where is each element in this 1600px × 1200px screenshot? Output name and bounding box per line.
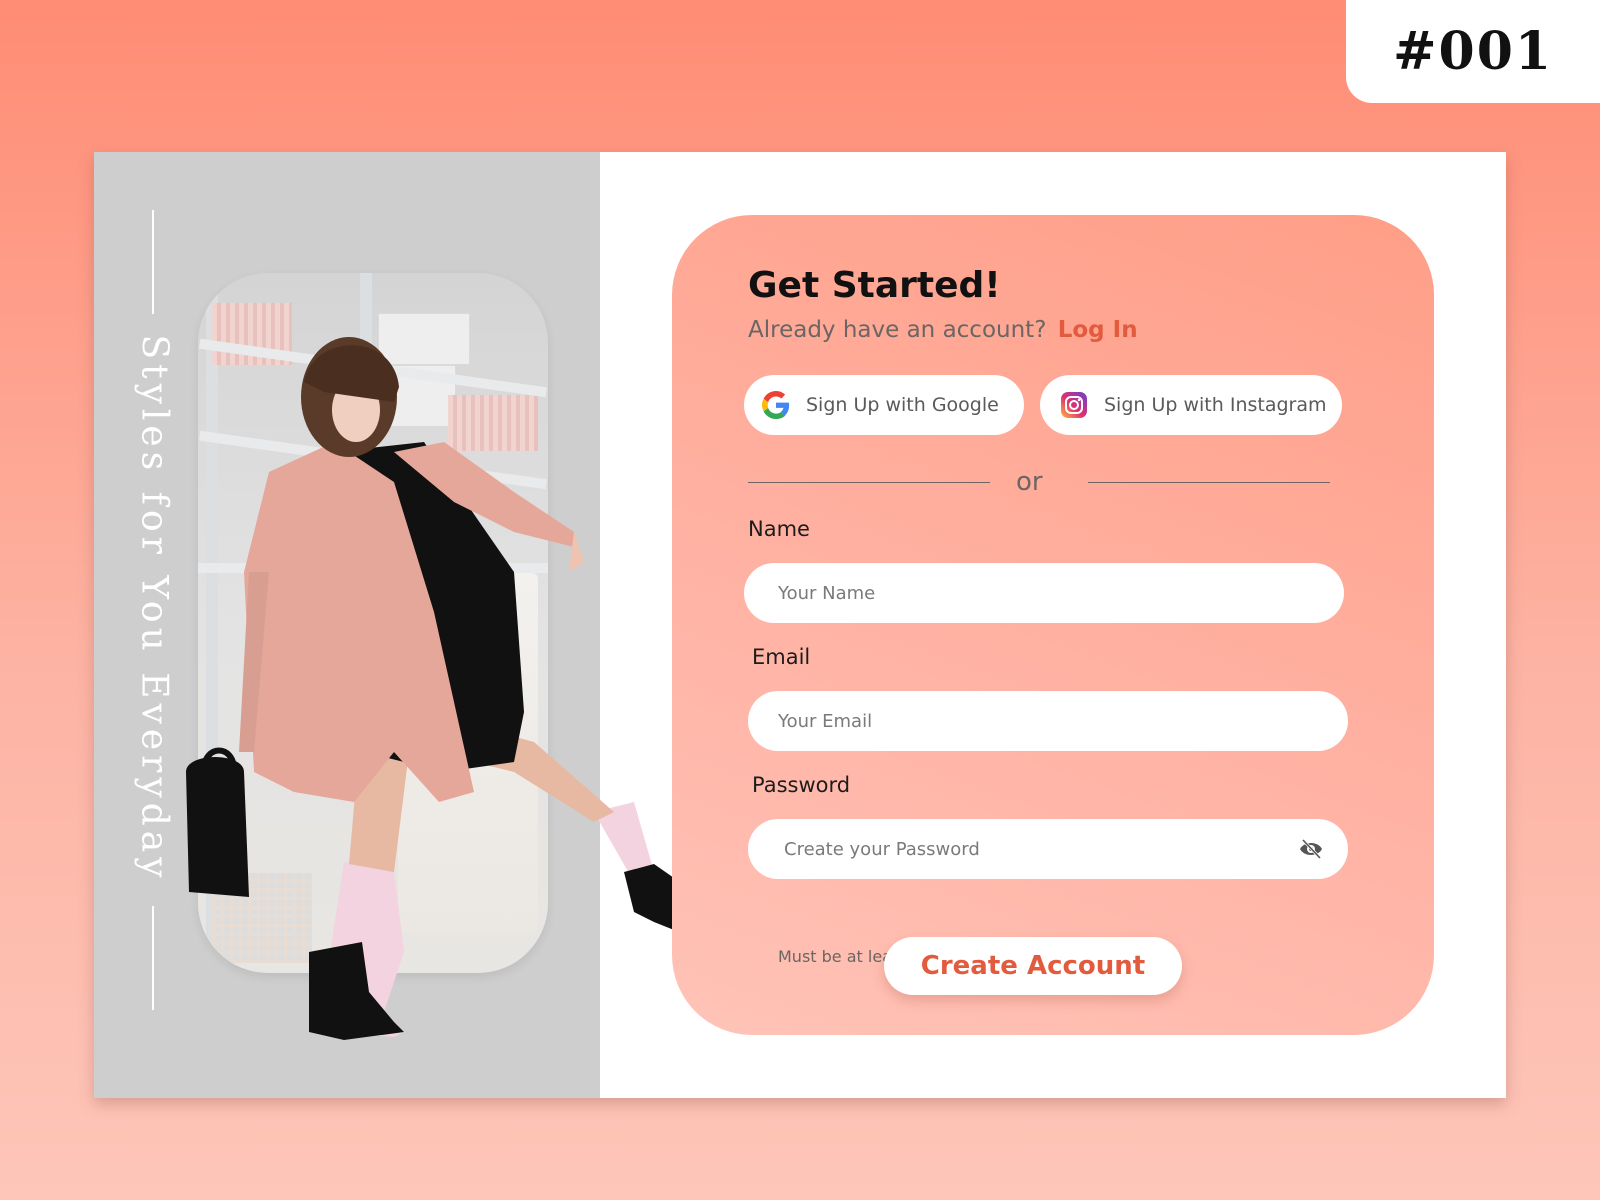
instagram-signup-label: Sign Up with Instagram	[1104, 394, 1327, 416]
shot-number-badge: #001	[1346, 0, 1600, 103]
shot-number: #001	[1392, 21, 1554, 82]
hanging-clothes-image	[398, 573, 538, 933]
create-account-button[interactable]: Create Account	[884, 937, 1182, 995]
name-input[interactable]	[776, 581, 1344, 605]
google-signup-label: Sign Up with Google	[806, 394, 999, 416]
hero-tagline: Styles for You Everyday	[133, 333, 175, 883]
shelf	[199, 338, 547, 398]
login-prompt: Already have an account? Log In	[748, 317, 1138, 343]
hero-photo-frame	[198, 273, 548, 973]
password-label: Password	[752, 773, 851, 797]
password-field-container	[748, 819, 1348, 879]
shelf-post	[360, 273, 372, 973]
email-input[interactable]	[776, 709, 1348, 733]
google-icon	[762, 391, 790, 419]
divider-line-right	[1088, 482, 1330, 483]
email-field-container	[748, 691, 1348, 751]
wire-basket-image	[212, 873, 312, 963]
hero-panel: Styles for You Everyday	[94, 152, 600, 1098]
name-label: Name	[748, 517, 810, 541]
signup-window: Styles for You Everyday Get Started! Alr…	[94, 152, 1506, 1098]
shelf-post	[206, 273, 218, 973]
page-title: Get Started!	[748, 265, 1001, 306]
divider-line-left	[748, 482, 990, 483]
instagram-signup-button[interactable]: Sign Up with Instagram	[1040, 375, 1342, 435]
login-link[interactable]: Log In	[1058, 317, 1138, 343]
signup-card: Get Started! Already have an account? Lo…	[672, 215, 1434, 1035]
google-signup-button[interactable]: Sign Up with Google	[744, 375, 1024, 435]
instagram-icon	[1060, 391, 1088, 419]
hero-tagline-container: Styles for You Everyday	[134, 334, 175, 882]
email-label: Email	[752, 645, 811, 669]
shopping-bag-image	[448, 395, 538, 451]
box-image	[378, 313, 470, 365]
decorative-line-bottom	[152, 906, 154, 1010]
login-prompt-text: Already have an account?	[748, 317, 1047, 343]
name-field-container	[744, 563, 1344, 623]
decorative-line-top	[152, 210, 154, 314]
shelf	[198, 563, 548, 573]
divider-text: or	[1016, 467, 1043, 497]
eye-off-icon[interactable]	[1298, 837, 1324, 861]
password-input[interactable]	[782, 837, 1278, 861]
